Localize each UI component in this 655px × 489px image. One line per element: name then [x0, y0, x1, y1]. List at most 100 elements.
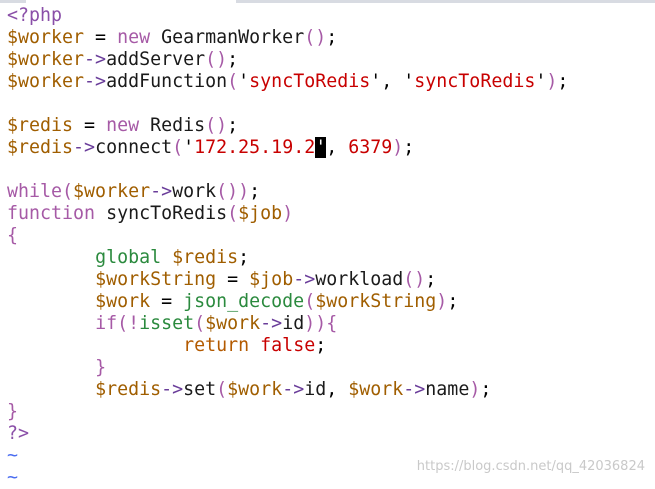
empty-line-marker: ~ [7, 445, 19, 466]
code-token: <?php [7, 5, 63, 26]
code-token: ()) [216, 181, 250, 202]
code-token: ; [238, 247, 250, 268]
code-token: $workString [315, 291, 437, 312]
code-token: new [106, 115, 140, 136]
code-token: $workString [95, 269, 217, 290]
code-token: $redis [95, 379, 162, 400]
code-token: (! [117, 313, 140, 334]
code-token: syncToRedis [414, 71, 536, 92]
text-cursor: ' [315, 137, 327, 158]
code-line[interactable]: ​ [7, 93, 655, 115]
code-token: name [425, 379, 470, 400]
code-token: ; [425, 269, 437, 290]
code-token: 172.25.19.2 [194, 137, 316, 158]
code-token: connect [95, 137, 173, 158]
code-token: -> [84, 71, 107, 92]
code-token: -> [161, 379, 184, 400]
code-token: ?> [7, 423, 30, 444]
code-token: syncToRedis [249, 71, 371, 92]
code-token: addFunction [106, 71, 228, 92]
code-token: ) [546, 71, 558, 92]
code-token: = [150, 291, 184, 312]
code-line[interactable]: $workString = $job->workload(); [7, 269, 655, 291]
top-edge-segment [0, 0, 26, 3]
code-line[interactable]: ​ [7, 159, 655, 181]
code-token: () [205, 49, 228, 70]
code-token: )){ [304, 313, 338, 334]
code-token: ' [535, 71, 547, 92]
code-token: -> [403, 379, 426, 400]
code-token: ) [436, 291, 448, 312]
code-line[interactable]: $redis->connect('172.25.19.2', 6379); [7, 137, 655, 159]
code-token: ; [326, 27, 338, 48]
code-token: () [205, 115, 228, 136]
code-token: if [95, 313, 118, 334]
code-token: id [304, 379, 327, 400]
code-token: work [172, 181, 217, 202]
code-line[interactable]: $redis = new Redis(); [7, 115, 655, 137]
code-token: ( [172, 137, 184, 158]
code-token: = [73, 115, 107, 136]
code-token: ; [249, 181, 261, 202]
code-line[interactable]: $worker->addServer(); [7, 49, 655, 71]
code-line[interactable]: if(!isset($work->id)){ [7, 313, 655, 335]
code-token: -> [282, 379, 305, 400]
code-token: ; [480, 379, 492, 400]
code-token: () [304, 27, 327, 48]
code-token: $redis [7, 137, 74, 158]
code-token: json_decode [183, 291, 305, 312]
code-token: -> [73, 137, 96, 158]
code-token: $work [227, 379, 283, 400]
code-token: () [403, 269, 426, 290]
code-line[interactable]: $worker = new GearmanWorker(); [7, 27, 655, 49]
code-line[interactable]: while($worker->work()); [7, 181, 655, 203]
code-token: ) [469, 379, 481, 400]
code-token: = [84, 27, 118, 48]
code-token: ; [403, 137, 415, 158]
code-token: id [282, 313, 305, 334]
code-token: ' [183, 137, 195, 158]
code-token: $worker [7, 71, 85, 92]
code-token: $worker [7, 27, 85, 48]
code-token: ' [238, 71, 250, 92]
code-token: workload [315, 269, 404, 290]
code-token: GearmanWorker [150, 27, 305, 48]
code-token: ', ' [370, 71, 415, 92]
code-token: } [7, 401, 19, 422]
code-line[interactable]: $redis->set($work->id, $work->name); [7, 379, 655, 401]
code-token: false [260, 335, 316, 356]
code-area[interactable]: <?php $worker = new GearmanWorker(); $work… [7, 5, 655, 489]
code-line[interactable]: function syncToRedis($job) [7, 203, 655, 225]
code-token: 6379 [348, 137, 393, 158]
code-token: syncToRedis [95, 203, 228, 224]
code-token: ( [227, 71, 239, 92]
code-token: { [7, 225, 19, 246]
code-editor[interactable]: <?php $worker = new GearmanWorker(); $work… [0, 0, 655, 488]
code-line[interactable]: <?php [7, 5, 655, 27]
code-line[interactable]: $work = json_decode($workString); [7, 291, 655, 313]
code-token: $work [348, 379, 404, 400]
code-token: -> [260, 313, 283, 334]
code-token: } [95, 357, 107, 378]
code-token: ( [216, 379, 228, 400]
code-line[interactable]: $worker->addFunction('syncToRedis', 'syn… [7, 71, 655, 93]
code-token: , [326, 379, 349, 400]
top-edge-segment [236, 0, 655, 3]
code-token: ( [227, 203, 239, 224]
code-line[interactable]: } [7, 401, 655, 423]
code-token: -> [150, 181, 173, 202]
code-token: while [7, 181, 63, 202]
code-token: ) [282, 203, 294, 224]
code-line[interactable]: global $redis; [7, 247, 655, 269]
code-line[interactable]: } [7, 357, 655, 379]
code-line[interactable]: { [7, 225, 655, 247]
code-token: = [216, 269, 250, 290]
code-line[interactable]: return false; [7, 335, 655, 357]
code-token: new [117, 27, 151, 48]
code-line[interactable]: ?> [7, 423, 655, 445]
